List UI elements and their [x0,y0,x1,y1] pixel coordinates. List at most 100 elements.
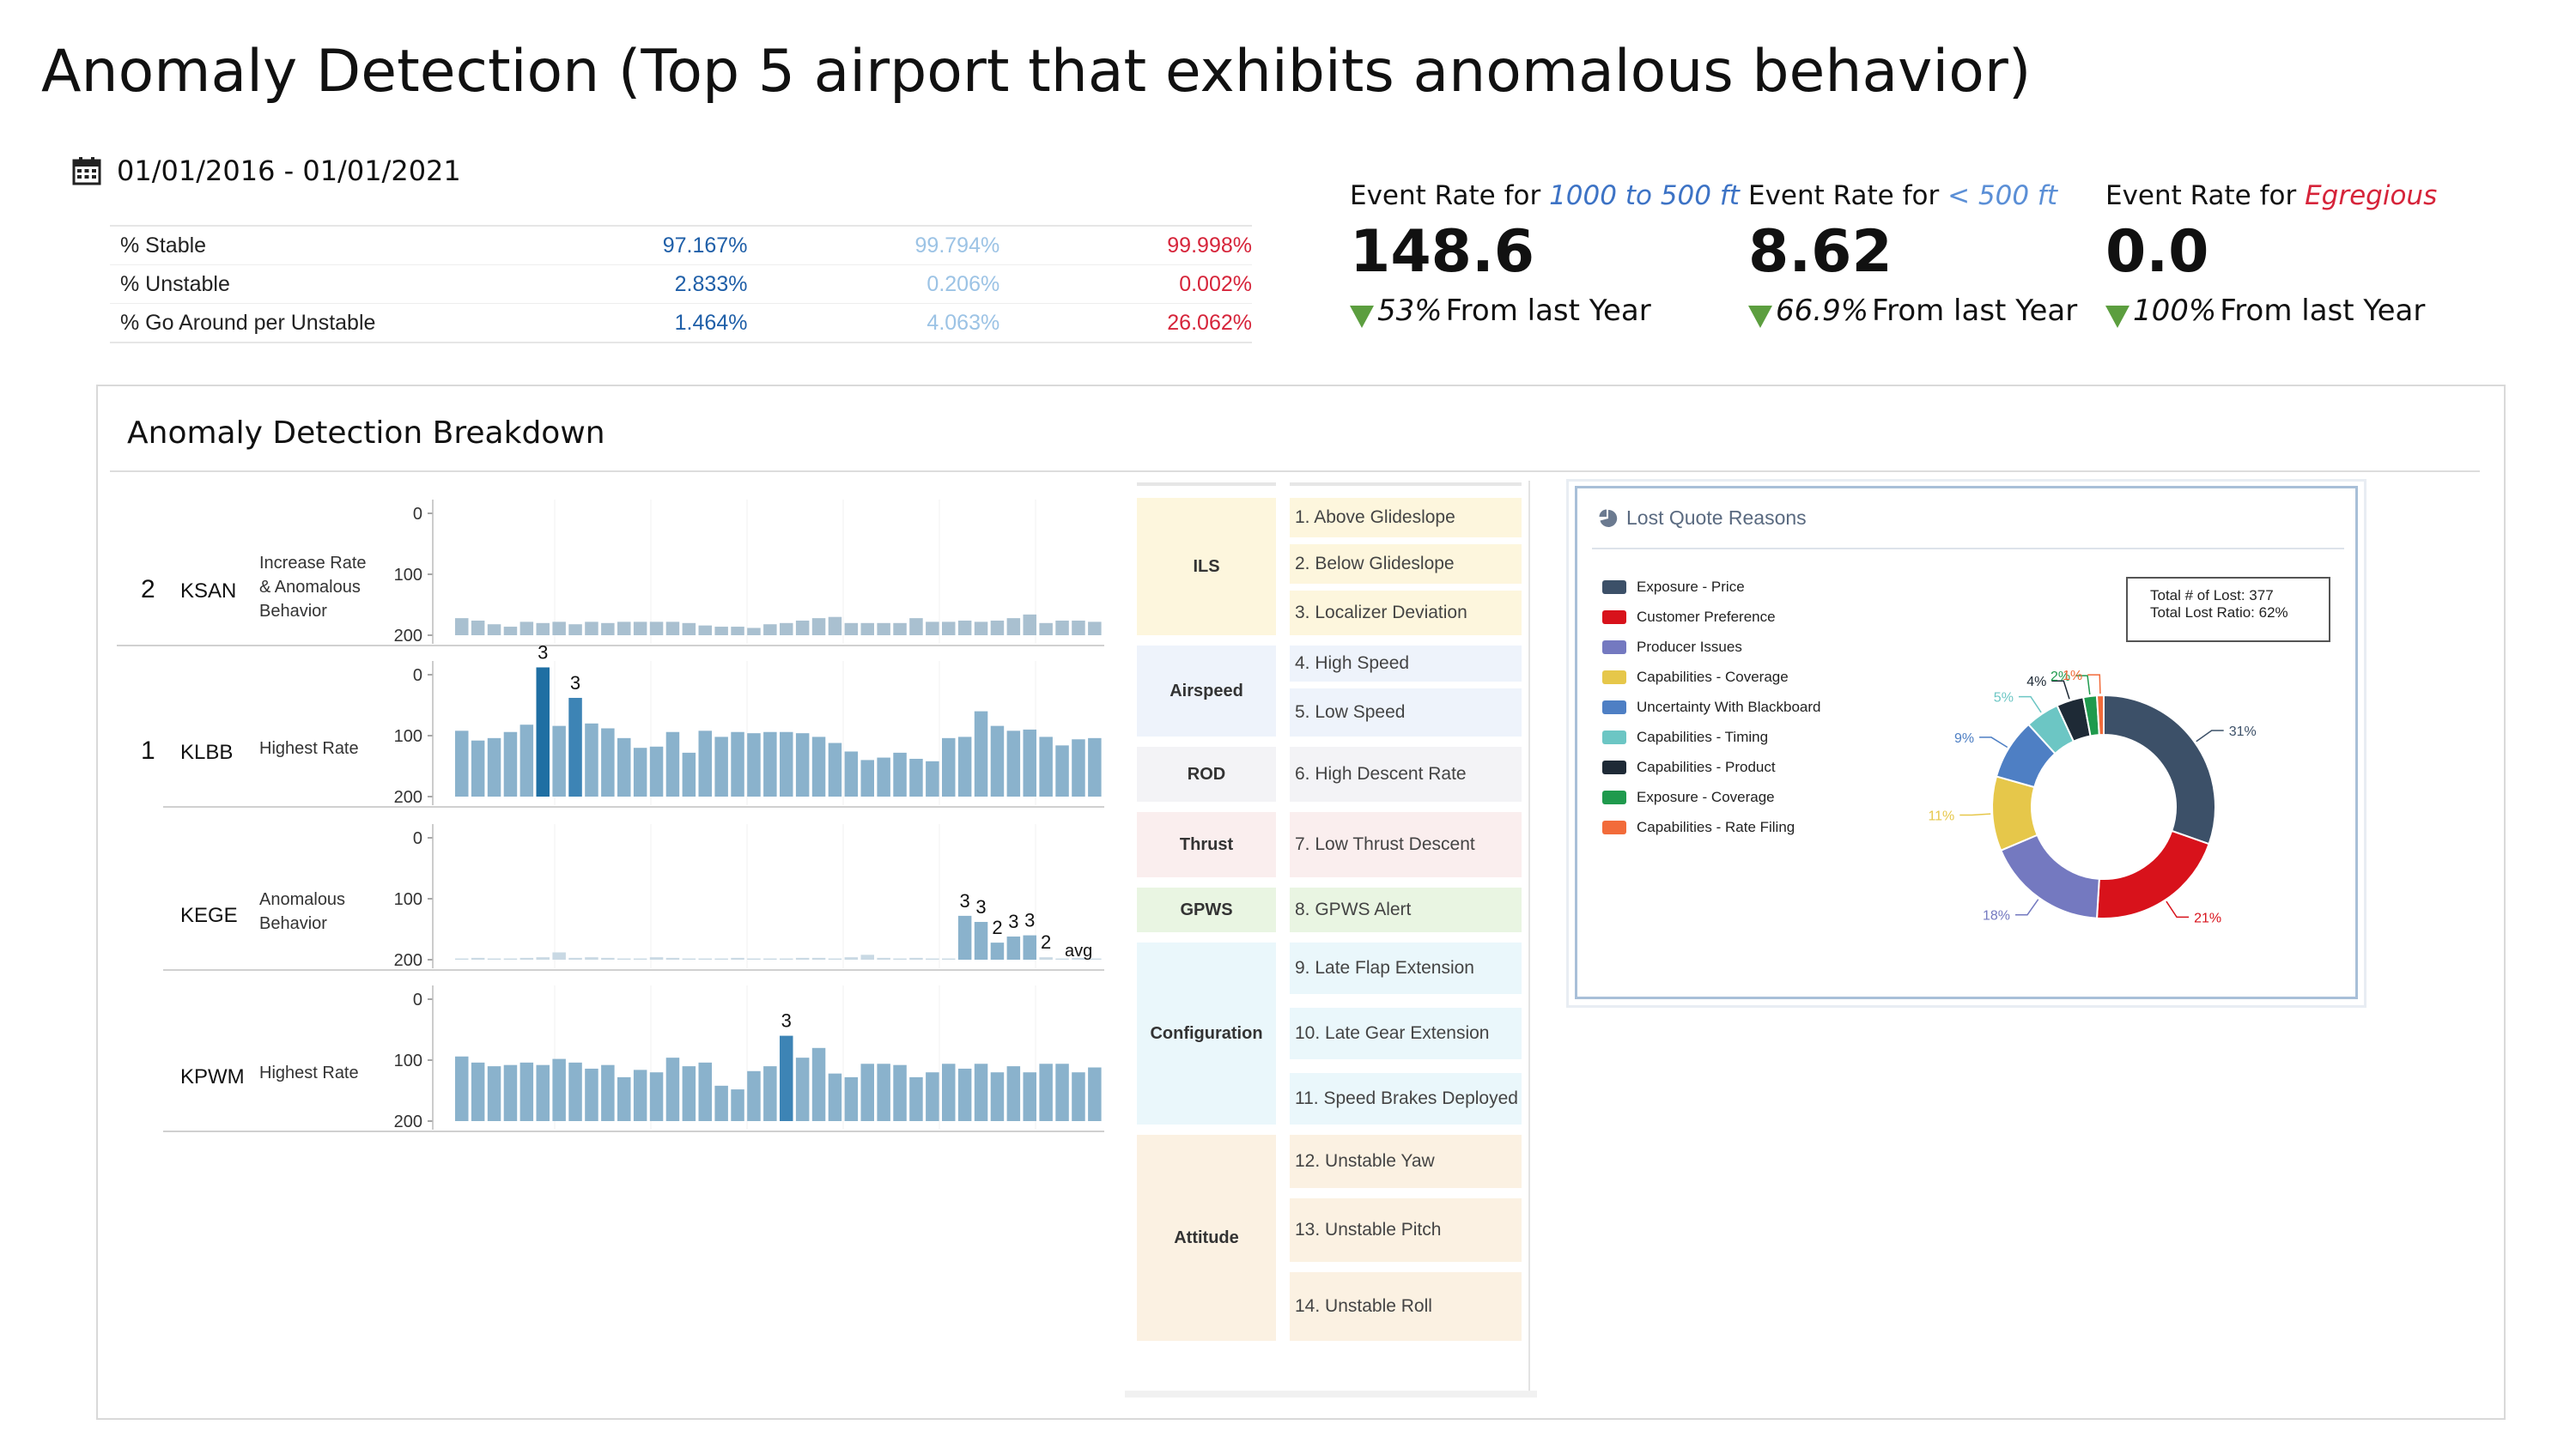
kpi-label: Event Rate for < 500 ft [1748,180,2057,211]
anomaly-item[interactable]: 11. Speed Brakes Deployed [1290,1073,1522,1125]
bar [957,915,972,960]
kpi-value: 148.6 [1350,218,1535,286]
legend-swatch [1602,580,1626,594]
bar [844,751,859,797]
bar [974,921,988,960]
anomaly-item[interactable]: 5. Low Speed [1290,688,1522,737]
bar [860,955,874,960]
legend-label: Capabilities - Timing [1637,729,1769,745]
anomaly-item[interactable]: 2. Below Glideslope [1290,544,1522,584]
bar [649,746,664,797]
divider [1528,481,1530,1391]
bar [990,620,1005,635]
bar [780,958,793,960]
bar [617,737,631,797]
bar [1023,729,1036,797]
bar [601,957,615,960]
legend-label: Exposure - Coverage [1637,789,1775,805]
slice-label: 18% [1983,909,2010,924]
airport-code: KPWM [180,1065,245,1088]
date-range-filter[interactable]: 01/01/2016 - 01/01/2021 [72,155,461,187]
bar [649,1072,664,1121]
totals-box: Total # of Lost: 377 Total Lost Ratio: 6… [2126,577,2330,642]
legend-item[interactable]: Capabilities - Rate Filing [1602,819,1795,836]
legend-label: Capabilities - Product [1637,759,1776,775]
legend-item[interactable]: Exposure - Price [1602,579,1745,596]
legend-item[interactable]: Producer Issues [1602,639,1742,656]
down-triangle-icon [1748,306,1772,328]
bar [811,957,826,960]
anomaly-item[interactable]: 9. Late Flap Extension [1290,943,1522,994]
anomaly-item[interactable]: 6. High Descent Rate [1290,747,1522,802]
y-tick-label: 0 [413,505,422,524]
anomaly-item[interactable]: 3. Localizer Deviation [1290,591,1522,635]
legend-item[interactable]: Customer Preference [1602,609,1776,626]
bar [503,1064,518,1121]
bar [487,1066,501,1121]
bar [503,958,518,960]
donut-slice [2095,829,2210,919]
anomaly-item[interactable]: 13. Unstable Pitch [1290,1198,1522,1262]
bar [455,1056,469,1121]
anomaly-item[interactable]: 12. Unstable Yaw [1290,1135,1522,1188]
total-ratio: Total Lost Ratio: 62% [2150,604,2288,621]
bar [974,621,988,635]
bar [811,1047,826,1121]
slice-label: 4% [2026,675,2046,689]
bar [503,731,518,797]
bar [519,621,534,635]
bar [1039,622,1053,635]
bar [974,1064,988,1121]
slice-label: 21% [2194,911,2221,925]
stat-value: 2.833% [674,271,748,296]
anomaly-category[interactable]: Configuration [1137,943,1276,1125]
divider [1137,482,1276,486]
bar-label: 3 [781,1010,792,1032]
legend-label: Uncertainty With Blackboard [1637,699,1821,715]
bar [682,622,696,635]
bar [1006,731,1021,797]
kpi-event-rate-below-500: Event Rate for < 500 ft 8.62 66.9% From … [1748,180,2077,328]
y-tick-label: 0 [413,666,422,685]
legend-item[interactable]: Exposure - Coverage [1602,789,1775,806]
bar [942,737,956,797]
bar [682,1066,696,1121]
bar [893,958,907,960]
kpi-change: 53% From last Year [1350,294,1740,328]
bar [455,618,469,635]
anomaly-category[interactable]: ROD [1137,747,1276,802]
bar [763,958,777,960]
bar [585,1068,598,1121]
anomaly-category[interactable]: Airspeed [1137,646,1276,737]
anomaly-item[interactable]: 10. Late Gear Extension [1290,1008,1522,1059]
bar [1006,618,1021,635]
card-title: Lost Quote Reasons [1599,506,1807,530]
airport-code: KLBB [180,741,233,764]
anomaly-category[interactable]: Attitude [1137,1135,1276,1341]
anomaly-item[interactable]: 4. High Speed [1290,646,1522,682]
anomaly-category[interactable]: GPWS [1137,888,1276,932]
bar [471,620,485,635]
anomaly-item[interactable]: 14. Unstable Roll [1290,1272,1522,1341]
bar [1088,1067,1102,1121]
anomaly-item[interactable]: 8. GPWS Alert [1290,888,1522,932]
y-tick-label: 100 [394,1052,422,1070]
legend-item[interactable]: Capabilities - Product [1602,759,1776,776]
legend-swatch [1602,610,1626,624]
stat-label: % Stable [120,233,207,258]
legend-item[interactable]: Capabilities - Coverage [1602,669,1789,686]
bar [860,622,874,635]
legend-label: Exposure - Price [1637,579,1745,595]
bar [763,731,777,797]
legend-item[interactable]: Capabilities - Timing [1602,729,1768,746]
anomaly-item[interactable]: 7. Low Thrust Descent [1290,812,1522,877]
bar [909,758,923,797]
anomaly-item[interactable]: 1. Above Glideslope [1290,498,1522,537]
bar-label: 3 [538,641,548,663]
anomaly-category[interactable]: ILS [1137,498,1276,635]
bar [860,760,874,797]
bar [585,621,598,635]
bar-label: 2 [992,917,1002,938]
anomaly-category[interactable]: Thrust [1137,812,1276,877]
legend-item[interactable]: Uncertainty With Blackboard [1602,699,1820,716]
